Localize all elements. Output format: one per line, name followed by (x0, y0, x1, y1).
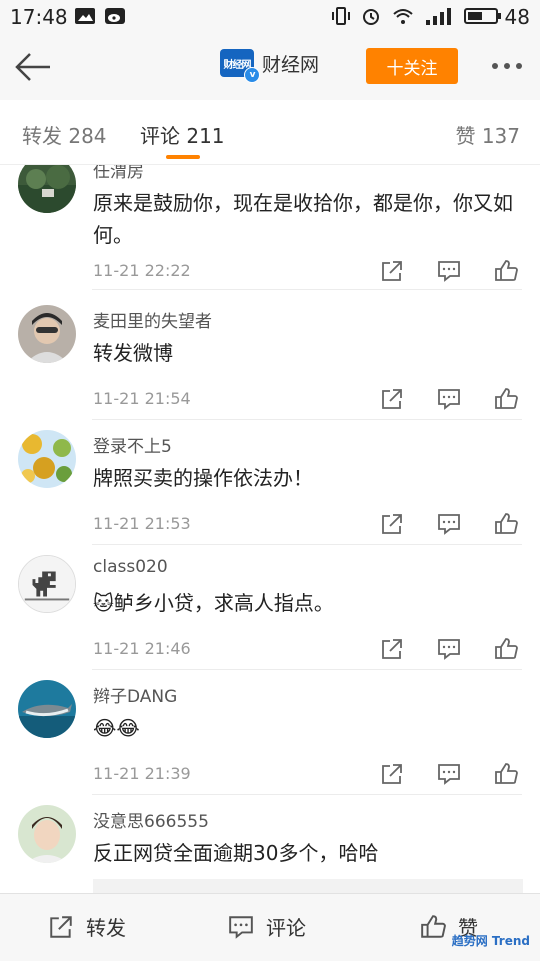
comment-text: 🐱鲈乡小贷，求高人指点。 (93, 591, 334, 615)
comment-text: 原来是鼓励你，现在是收拾你，都是你，你又如何。 (93, 191, 513, 247)
comment-text: 牌照买卖的操作依法办！ (93, 466, 313, 490)
comment-item: 登录不上5 牌照买卖的操作依法办！ 11-21 21:53 (0, 420, 540, 545)
avatar[interactable] (18, 555, 76, 613)
share-icon[interactable] (380, 512, 404, 536)
account-name: 财经网 (262, 53, 320, 76)
tab-repost[interactable]: 转发 284 (22, 120, 107, 149)
repost-icon (50, 915, 72, 938)
repost-label: 转发 (86, 916, 126, 940)
account-header[interactable]: 财经网 v 财经网 (220, 49, 320, 83)
comment-time: 11-21 21:53 (93, 514, 191, 533)
comment-item: 辫子DANG 😂😂 11-21 21:39 (0, 670, 540, 795)
battery-level: 48 (504, 5, 530, 29)
status-time: 17:48 (10, 5, 68, 29)
alarm-icon (363, 9, 379, 25)
comment-username[interactable]: class020 (93, 557, 168, 577)
comment-username[interactable]: 登录不上5 (93, 432, 172, 457)
comment-label: 评论 (266, 916, 306, 940)
like-icon[interactable] (494, 637, 518, 661)
more-options-icon[interactable] (490, 56, 524, 76)
comment-username[interactable]: 麦田里的失望者 (93, 307, 212, 332)
comment-button[interactable]: 评论 (228, 912, 306, 941)
share-icon[interactable] (380, 762, 404, 786)
comment-reply-icon[interactable] (437, 762, 461, 786)
comment-reply-icon[interactable] (437, 387, 461, 411)
reply-preview-box (93, 879, 523, 893)
signal-icon (426, 8, 451, 25)
active-tab-indicator (166, 155, 200, 159)
bottom-action-bar: 转发 评论 赞 趋势网 Trend (0, 893, 540, 961)
avatar[interactable] (18, 680, 76, 738)
avatar[interactable] (18, 430, 76, 488)
weibo-notification-icon (105, 8, 125, 24)
comment-text: 😂😂 (93, 716, 140, 740)
like-icon[interactable] (494, 762, 518, 786)
vibrate-icon (332, 7, 350, 25)
top-nav-bar: 财经网 v 财经网 十关注 (0, 34, 540, 100)
comment-item: 麦田里的失望者 转发微博 11-21 21:54 (0, 295, 540, 420)
tab-comment[interactable]: 评论 211 (140, 120, 225, 149)
comment-text: 转发微博 (93, 341, 173, 365)
avatar[interactable] (18, 165, 76, 213)
wifi-icon (393, 9, 413, 24)
comment-item: class020 🐱鲈乡小贷，求高人指点。 11-21 21:46 (0, 545, 540, 670)
like-icon[interactable] (494, 259, 518, 283)
avatar[interactable] (18, 305, 76, 363)
repost-button[interactable]: 转发 (48, 912, 126, 941)
comment-time: 11-21 21:39 (93, 764, 191, 783)
status-bar: 17:48 48 (0, 0, 540, 34)
avatar[interactable] (18, 805, 76, 863)
comment-list[interactable]: 任渭房 原来是鼓励你，现在是收拾你，都是你，你又如何。 11-21 22:22 … (0, 165, 540, 893)
divider (92, 289, 522, 290)
comment-icon (229, 915, 253, 939)
comment-username[interactable]: 辫子DANG (93, 682, 177, 707)
share-icon[interactable] (380, 637, 404, 661)
tab-like[interactable]: 赞 137 (455, 120, 520, 149)
image-notification-icon (75, 8, 95, 24)
like-icon[interactable] (494, 512, 518, 536)
comment-reply-icon[interactable] (437, 637, 461, 661)
account-logo: 财经网 v (220, 49, 260, 83)
comment-reply-icon[interactable] (437, 512, 461, 536)
thumbs-up-icon (421, 914, 446, 938)
comment-item: 任渭房 原来是鼓励你，现在是收拾你，都是你，你又如何。 11-21 22:22 (0, 165, 540, 290)
comment-reply-icon[interactable] (437, 259, 461, 283)
comment-username[interactable]: 任渭房 (93, 165, 144, 182)
comment-username[interactable]: 没意思666555 (93, 807, 209, 832)
follow-button[interactable]: 十关注 (366, 48, 458, 84)
comment-text: 反正网贷全面逾期30多个，哈哈 (93, 841, 379, 865)
comment-item: 没意思666555 反正网贷全面逾期30多个，哈哈 (0, 795, 540, 893)
battery-icon (464, 8, 501, 24)
comment-time: 11-21 21:46 (93, 639, 191, 658)
tab-bar: 转发 284 评论 211 赞 137 (0, 100, 540, 165)
comment-time: 11-21 21:54 (93, 389, 191, 408)
like-icon[interactable] (494, 387, 518, 411)
share-icon[interactable] (380, 387, 404, 411)
back-arrow-icon[interactable] (14, 50, 52, 84)
site-watermark: 趋势网 Trend (451, 934, 530, 948)
verified-badge-icon: v (244, 67, 260, 83)
comment-time: 11-21 22:22 (93, 261, 191, 280)
share-icon[interactable] (380, 259, 404, 283)
